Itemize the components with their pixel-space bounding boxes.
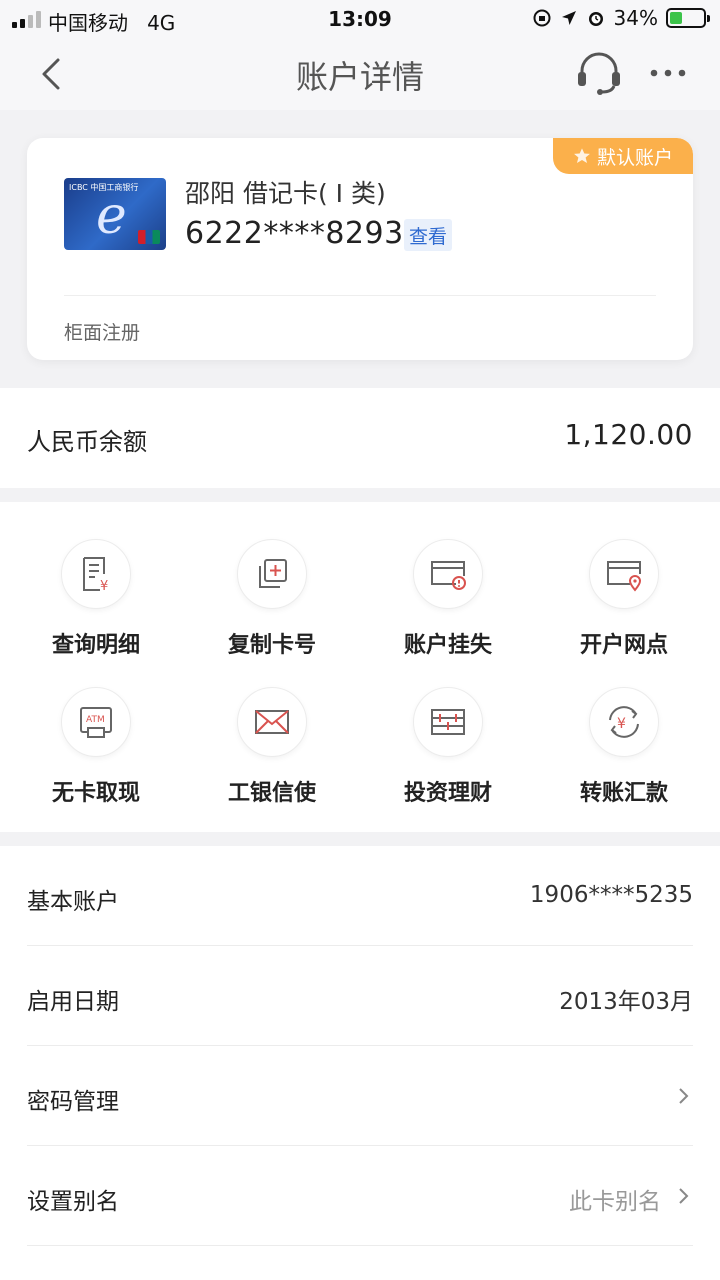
unionpay-logo: [138, 230, 160, 244]
svg-text:ATM: ATM: [86, 715, 105, 725]
report-loss-item[interactable]: 账户挂失: [360, 502, 536, 658]
chevron-right-icon: [679, 1188, 689, 1204]
chevron-right-icon: [679, 1088, 689, 1104]
copy-card-number-item[interactable]: 复制卡号: [184, 502, 360, 658]
password-management-row[interactable]: 密码管理: [27, 1046, 693, 1146]
balance-row: 人民币余额 1,120.00: [0, 388, 720, 488]
registration-type: 柜面注册: [64, 322, 141, 344]
svg-text:¥: ¥: [100, 579, 108, 594]
card-divider: [64, 295, 656, 296]
row-label: 基本账户: [27, 889, 119, 915]
row-value: 2013年03月: [559, 989, 693, 1015]
rotation-lock-icon: [533, 9, 551, 27]
card-section: 默认账户 ICBC 中国工商银行 e 邵阳 借记卡( Ⅰ 类) 6222****…: [0, 110, 720, 388]
card-number: 6222****8293: [185, 216, 404, 251]
svg-text:¥: ¥: [617, 716, 626, 732]
row-label: 密码管理: [27, 1089, 119, 1115]
account-card[interactable]: 默认账户 ICBC 中国工商银行 e 邵阳 借记卡( Ⅰ 类) 6222****…: [27, 138, 693, 360]
envelope-icon: [255, 710, 289, 734]
function-label: 无卡取现: [51, 781, 140, 806]
transfer-icon: ¥: [609, 706, 639, 738]
basic-account-row: 基本账户 1906****5235: [27, 846, 693, 946]
function-grid: ¥ 查询明细 复制卡号 账户挂失 开户网点 ATM 无卡取现 工银信使 投资理财…: [0, 502, 720, 832]
cardless-withdrawal-item[interactable]: ATM 无卡取现: [8, 650, 184, 806]
location-icon: [561, 11, 576, 25]
card-name: 邵阳 借记卡( Ⅰ 类): [185, 179, 386, 208]
nav-bar: 账户详情: [0, 38, 720, 110]
transfer-item[interactable]: ¥ 转账汇款: [536, 650, 712, 806]
row-label: 启用日期: [27, 989, 119, 1015]
customer-service-icon[interactable]: [574, 50, 624, 96]
row-label: 设置别名: [27, 1189, 119, 1215]
account-details-list: 基本账户 1906****5235 启用日期 2013年03月 密码管理 设置别…: [0, 846, 720, 1280]
abacus-icon: [431, 709, 465, 735]
star-icon: [574, 148, 590, 164]
icbc-messenger-item[interactable]: 工银信使: [184, 650, 360, 806]
card-warning-icon: [431, 561, 466, 590]
battery-icon: [666, 8, 710, 28]
copy-icon: [259, 559, 287, 588]
statement-icon: ¥: [83, 557, 108, 594]
balance-label: 人民币余额: [27, 428, 147, 456]
function-label: 投资理财: [403, 781, 492, 806]
investment-item[interactable]: 投资理财: [360, 650, 536, 806]
more-icon[interactable]: [646, 58, 690, 88]
battery-percent: 34%: [613, 6, 658, 30]
bank-card-image: ICBC 中国工商银行 e: [64, 178, 166, 250]
default-account-badge: 默认账户: [553, 138, 693, 174]
alarm-icon: [588, 12, 603, 26]
atm-icon: ATM: [80, 707, 112, 738]
balance-value: 1,120.00: [564, 418, 693, 451]
activation-date-row: 启用日期 2013年03月: [27, 946, 693, 1046]
row-value: 1906****5235: [529, 882, 693, 908]
query-details-item[interactable]: ¥ 查询明细: [8, 502, 184, 658]
alias-placeholder: 此卡别名: [569, 1189, 661, 1215]
status-bar: 中国移动 4G 13:09 34%: [0, 0, 720, 38]
view-card-number-button[interactable]: 查看: [404, 219, 452, 251]
set-alias-row[interactable]: 设置别名 此卡别名: [27, 1146, 693, 1246]
card-location-icon: [607, 561, 642, 592]
function-label: 转账汇款: [579, 781, 668, 806]
function-label: 工银信使: [227, 781, 316, 806]
account-branch-item[interactable]: 开户网点: [536, 502, 712, 658]
